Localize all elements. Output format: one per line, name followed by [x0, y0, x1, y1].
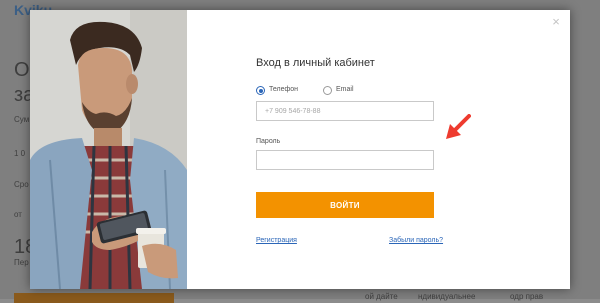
background-link-1: ой дайте — [365, 292, 398, 301]
password-label: Пароль — [256, 138, 281, 145]
login-title: Вход в личный кабинет — [256, 57, 375, 69]
register-link[interactable]: Регистрация — [256, 237, 297, 244]
phone-input[interactable] — [256, 101, 434, 121]
radio-phone-indicator — [256, 86, 265, 95]
background-value-term: от — [14, 210, 22, 219]
annotation-arrow-icon — [446, 114, 471, 139]
password-input[interactable] — [256, 150, 434, 170]
radio-email[interactable]: Email — [323, 85, 373, 97]
radio-phone-label: Телефон — [269, 86, 299, 93]
background-link-3: одр прав — [510, 292, 544, 301]
background-value-sum: 1 0 — [14, 149, 26, 158]
background-label-term: Сро — [14, 180, 29, 189]
background-heading-line-1: О — [14, 59, 30, 81]
forgot-password-link[interactable]: Забыли пароль? — [389, 237, 443, 244]
close-button[interactable]: × — [550, 15, 562, 28]
background-label-overpay: Пер — [14, 258, 29, 267]
background-link-2: ндивидуальнее — [418, 292, 476, 301]
login-submit-button[interactable]: ВОЙТИ — [256, 192, 434, 218]
login-method-selector: Телефон Email — [256, 85, 436, 97]
background-label-sum: Сум — [14, 115, 30, 124]
radio-email-indicator — [323, 86, 332, 95]
login-modal: × Вход в личный кабинет Телефон Email Па… — [30, 10, 570, 289]
radio-phone[interactable]: Телефон — [256, 85, 316, 97]
radio-email-label: Email — [336, 86, 354, 93]
man-with-phone-photo — [30, 10, 187, 289]
background-button — [14, 293, 174, 303]
